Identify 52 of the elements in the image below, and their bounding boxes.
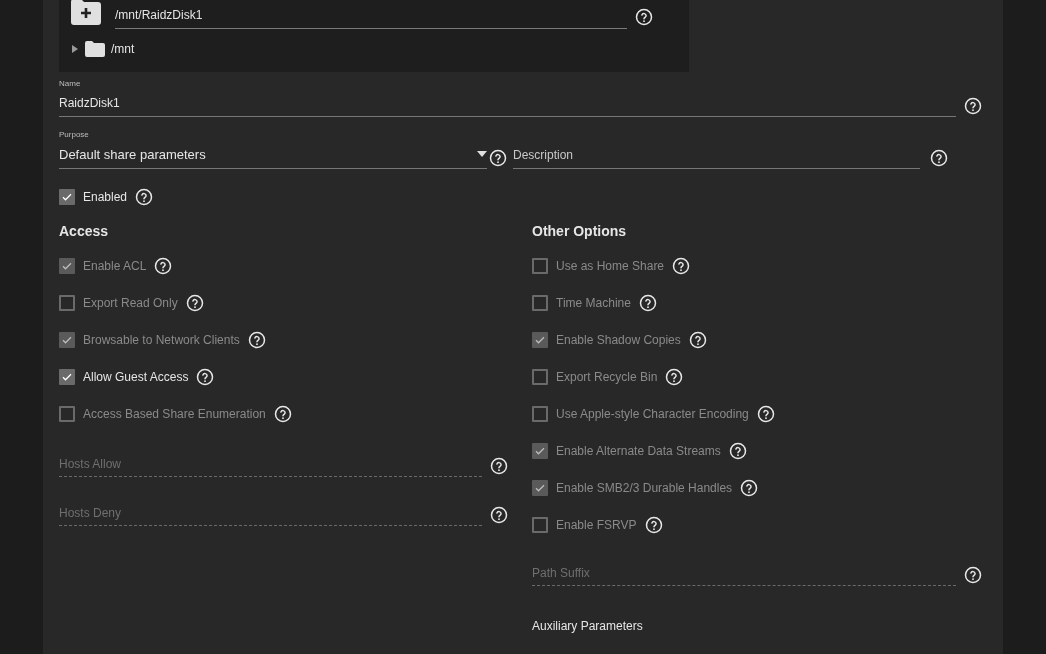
section-heading: Other Options bbox=[532, 222, 628, 241]
checkbox-label: Enable Shadow Copies bbox=[556, 331, 681, 349]
path-input-field[interactable]: /mnt/RaidzDisk1 bbox=[115, 5, 627, 29]
help-icon[interactable] bbox=[672, 256, 691, 275]
checkbox-label: Export Read Only bbox=[83, 294, 178, 312]
checkbox-label: Enabled bbox=[83, 188, 128, 206]
description-field[interactable]: Description bbox=[513, 146, 920, 169]
expand-arrow-icon[interactable] bbox=[71, 45, 79, 53]
help-icon[interactable] bbox=[154, 256, 173, 275]
checkbox-label: Browsable to Network Clients bbox=[83, 331, 240, 349]
checkbox-label: Access Based Share Enumeration bbox=[83, 405, 266, 423]
help-icon[interactable] bbox=[135, 187, 154, 206]
auxiliary-parameters-label: Auxiliary Parameters bbox=[532, 618, 644, 635]
help-icon[interactable] bbox=[665, 367, 684, 386]
help-icon[interactable] bbox=[688, 330, 707, 349]
name-field[interactable]: Name RaidzDisk1 bbox=[59, 78, 956, 117]
checkbox-label: Use Apple-style Character Encoding bbox=[556, 405, 749, 423]
add-folder-icon[interactable] bbox=[71, 0, 101, 25]
checkbox-label: Use as Home Share bbox=[556, 257, 665, 275]
help-icon[interactable] bbox=[489, 149, 507, 167]
checkbox[interactable] bbox=[59, 368, 75, 385]
help-icon[interactable] bbox=[930, 149, 948, 167]
checkbox-label: Time Machine bbox=[556, 294, 631, 312]
help-icon[interactable] bbox=[185, 293, 204, 312]
section-heading: Access bbox=[59, 222, 110, 241]
help-icon[interactable] bbox=[964, 566, 982, 584]
help-icon[interactable] bbox=[964, 97, 982, 115]
input-field[interactable]: Hosts Deny bbox=[59, 504, 482, 526]
input-field[interactable]: Path Suffix bbox=[532, 564, 956, 586]
help-icon[interactable] bbox=[740, 478, 759, 497]
help-icon[interactable] bbox=[728, 441, 747, 460]
purpose-select[interactable]: Purpose Default share parameters bbox=[59, 128, 487, 169]
help-icon[interactable] bbox=[490, 506, 508, 524]
tree-item[interactable]: /mnt bbox=[111, 40, 135, 58]
help-icon[interactable] bbox=[490, 457, 508, 475]
checkbox-label: Enable Alternate Data Streams bbox=[556, 442, 721, 460]
checkbox-label: Enable ACL bbox=[83, 257, 147, 275]
folder-icon bbox=[85, 41, 105, 57]
input-field[interactable]: Hosts Allow bbox=[59, 455, 482, 477]
checkbox-label: Enable SMB2/3 Durable Handles bbox=[556, 479, 733, 497]
help-icon[interactable] bbox=[756, 404, 775, 423]
dropdown-caret-icon bbox=[477, 151, 487, 158]
help-icon[interactable] bbox=[644, 515, 663, 534]
help-icon[interactable] bbox=[196, 367, 215, 386]
checkbox[interactable] bbox=[59, 188, 75, 205]
help-icon[interactable] bbox=[638, 293, 657, 312]
help-icon[interactable] bbox=[273, 404, 292, 423]
checkbox-label: Allow Guest Access bbox=[83, 368, 189, 386]
checkbox-label: Enable FSRVP bbox=[556, 516, 637, 534]
help-icon[interactable] bbox=[247, 330, 266, 349]
help-icon[interactable] bbox=[635, 8, 653, 26]
checkbox-label: Export Recycle Bin bbox=[556, 368, 658, 386]
